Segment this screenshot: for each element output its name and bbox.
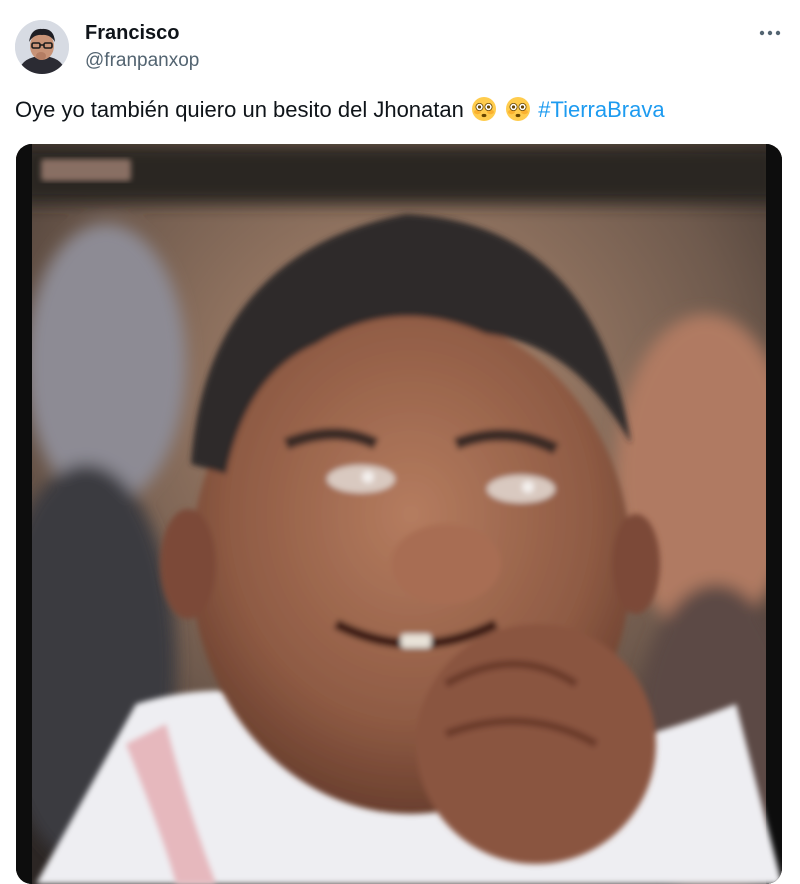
author-avatar[interactable] [15, 20, 69, 74]
tweet-body: Oye yo también quiero un besito del Jhon… [15, 97, 464, 122]
author-handle[interactable]: @franpanxop [85, 50, 199, 72]
tweet-card: Francisco @franpanxop Oye yo también qui… [0, 0, 800, 884]
flushed-face-emoji-icon [471, 96, 497, 129]
tweet-text: Oye yo también quiero un besito del Jhon… [15, 96, 665, 129]
flushed-face-emoji-icon [505, 96, 531, 129]
hashtag-link[interactable]: #TierraBrava [538, 97, 664, 122]
author-display-name[interactable]: Francisco [85, 22, 179, 45]
tweet-media-image[interactable] [16, 144, 782, 884]
more-options-icon[interactable] [752, 18, 788, 48]
